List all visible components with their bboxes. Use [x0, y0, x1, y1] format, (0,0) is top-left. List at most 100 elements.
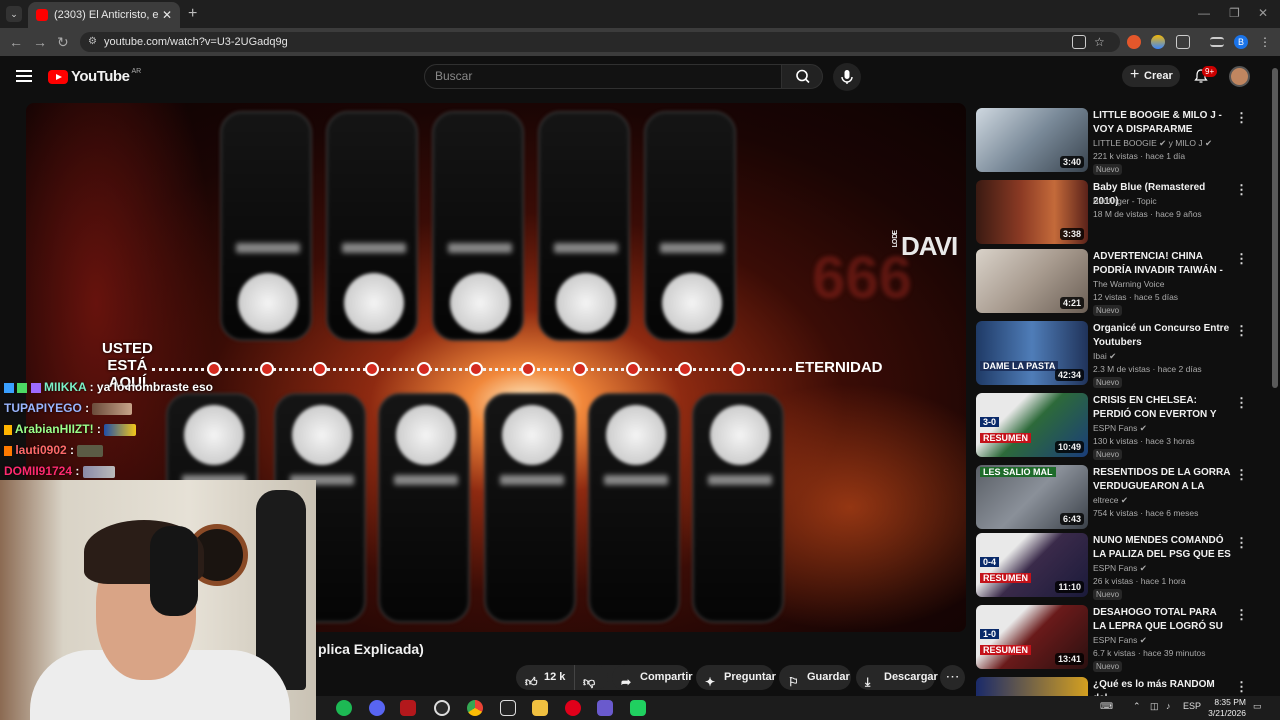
video-menu-icon[interactable]: ⋮: [1235, 323, 1248, 339]
chat-badge-icon: [17, 382, 28, 393]
extension-icon-2[interactable]: [1151, 35, 1165, 49]
bookmark-star-icon[interactable]: ☆: [1094, 35, 1108, 49]
notifications-icon[interactable]: ▭: [1253, 701, 1262, 712]
timeline-card: [220, 111, 312, 341]
video-menu-icon[interactable]: ⋮: [1235, 535, 1248, 551]
site-info-icon[interactable]: ⚙: [88, 32, 97, 52]
menu-hamburger-icon[interactable]: [16, 70, 32, 82]
create-button[interactable]: Crear: [1122, 64, 1180, 87]
chat-badge-icon: [30, 382, 41, 393]
install-app-icon[interactable]: [1072, 35, 1086, 49]
video-thumbnail[interactable]: 1-0 RESUMEN 13:41: [976, 605, 1088, 669]
obs-icon[interactable]: [434, 700, 450, 716]
minimize-icon[interactable]: —: [1198, 6, 1210, 20]
dislike-button[interactable]: 👎︎: [574, 665, 608, 690]
close-tab-icon[interactable]: ✕: [162, 8, 172, 22]
keyboard-icon[interactable]: ⌨: [1100, 701, 1113, 712]
channel-watermark: LO DEDAVI: [892, 231, 958, 261]
chat-badge-icon: [4, 382, 14, 393]
eternity-label: ETERNIDAD: [795, 359, 883, 376]
notification-count-badge: 9+: [1202, 66, 1218, 77]
video-thumbnail[interactable]: 3:38: [976, 180, 1088, 244]
timeline-dot: [626, 362, 640, 376]
timeline-dot: [678, 362, 692, 376]
video-thumbnail[interactable]: 4:21: [976, 249, 1088, 313]
page-scrollbar[interactable]: [1270, 56, 1280, 696]
video-thumbnail[interactable]: 3-0 RESUMEN 10:49: [976, 393, 1088, 457]
video-menu-icon[interactable]: ⋮: [1235, 251, 1248, 267]
youtube-favicon-icon: [36, 9, 48, 21]
browser-tab[interactable]: (2303) El Anticristo, en una línea ✕: [28, 2, 180, 28]
volume-icon[interactable]: ♪: [1166, 701, 1171, 711]
recommended-video[interactable]: 3-0 RESUMEN 10:49 CRISIS EN CHELSEA: PERDI…: [976, 393, 1266, 460]
capcut-icon[interactable]: [500, 700, 516, 716]
thumbs-up-icon: 👍︎: [525, 675, 538, 689]
system-clock[interactable]: 8:35 PM 3/21/2026: [1202, 697, 1246, 719]
voicemeeter-icon[interactable]: [400, 700, 416, 716]
recommended-video[interactable]: 4:21 ADVERTENCIA! CHINA PODRÍA INVADIR T…: [976, 249, 1266, 316]
video-menu-icon[interactable]: ⋮: [1235, 182, 1248, 198]
recommended-video[interactable]: ¿Qué es lo más RANDOM del ⋮: [976, 677, 1266, 696]
video-thumbnail[interactable]: 0-4 RESUMEN 11:10: [976, 533, 1088, 597]
file-explorer-icon[interactable]: [532, 700, 548, 716]
language-indicator[interactable]: ESP: [1183, 701, 1201, 711]
forward-icon[interactable]: →: [33, 34, 47, 50]
back-icon[interactable]: ←: [9, 34, 23, 50]
spotify-icon[interactable]: [336, 700, 352, 716]
video-thumbnail[interactable]: 3:40: [976, 108, 1088, 172]
video-menu-icon[interactable]: ⋮: [1235, 110, 1248, 126]
app-icon[interactable]: [597, 700, 613, 716]
search-icon: [796, 69, 810, 84]
profile-avatar[interactable]: B: [1234, 35, 1248, 49]
video-menu-icon[interactable]: ⋮: [1235, 395, 1248, 411]
tab-search-button[interactable]: ⌄: [6, 6, 22, 22]
recommended-video[interactable]: 0-4 RESUMEN 11:10 NUNO MENDES COMANDÓ LA P…: [976, 533, 1266, 600]
browser-menu-icon[interactable]: ⋮: [1259, 35, 1273, 49]
reading-list-icon[interactable]: [1210, 37, 1224, 47]
timeline-dot: [260, 362, 274, 376]
kick-icon[interactable]: [630, 700, 646, 716]
extension-icon[interactable]: [1127, 35, 1141, 49]
download-button[interactable]: ⤓ Descargar: [856, 665, 938, 690]
extensions-puzzle-icon[interactable]: [1176, 35, 1190, 49]
network-icon[interactable]: ◫: [1150, 701, 1159, 712]
new-tab-button[interactable]: +: [188, 5, 197, 23]
recommended-video[interactable]: LES SALIO MAL 6:43 RESENTIDOS DE LA GORRA…: [976, 465, 1266, 531]
save-button[interactable]: ⚐ Guardar: [779, 665, 851, 690]
opera-icon[interactable]: [565, 700, 581, 716]
chat-emote-image: [92, 402, 133, 415]
bookmark-icon: ⚐: [788, 675, 799, 689]
account-avatar[interactable]: [1229, 66, 1250, 87]
scrollbar-thumb[interactable]: [1272, 68, 1278, 388]
timeline-dot: [731, 362, 745, 376]
share-button[interactable]: ➦ Compartir: [612, 665, 693, 690]
reload-icon[interactable]: ↻: [57, 34, 69, 51]
video-menu-icon[interactable]: ⋮: [1235, 467, 1248, 483]
more-actions-button[interactable]: ⋯: [940, 665, 965, 690]
timeline-card: [644, 111, 736, 341]
video-thumbnail[interactable]: [976, 677, 1088, 696]
video-menu-icon[interactable]: ⋮: [1235, 679, 1248, 695]
video-thumbnail[interactable]: LES SALIO MAL 6:43: [976, 465, 1088, 529]
recommended-video[interactable]: DAME LA PASTA 42:34 Organicé un Concurso …: [976, 321, 1266, 388]
chrome-icon[interactable]: [467, 700, 483, 716]
tray-chevron-icon[interactable]: ⌃: [1133, 701, 1141, 712]
maximize-icon[interactable]: ❐: [1229, 6, 1240, 20]
close-window-icon[interactable]: ✕: [1258, 6, 1268, 20]
video-menu-icon[interactable]: ⋮: [1235, 607, 1248, 623]
voice-search-button[interactable]: [833, 63, 861, 91]
address-bar[interactable]: ⚙ youtube.com/watch?v=U3-2UGadq9g: [80, 32, 1120, 52]
youtube-logo[interactable]: YouTube AR: [48, 68, 141, 85]
discord-icon[interactable]: [369, 700, 385, 716]
search-input[interactable]: Buscar: [424, 64, 782, 89]
timeline-dot: [207, 362, 221, 376]
recommended-video[interactable]: 1-0 RESUMEN 13:41 DESAHOGO TOTAL PARA LA L…: [976, 605, 1266, 672]
ask-button[interactable]: ✦ Preguntar: [696, 665, 776, 690]
chat-emote-image: [82, 465, 115, 478]
recommended-video[interactable]: 3:40 LITTLE BOOGIE & MILO J - VOY A DISP…: [976, 108, 1266, 175]
recommended-video[interactable]: 3:38 Baby Blue (Remastered 2010) Badfing…: [976, 180, 1266, 246]
chat-badge-icon: [4, 445, 12, 456]
chat-emote-image: [104, 423, 137, 436]
video-thumbnail[interactable]: DAME LA PASTA 42:34: [976, 321, 1088, 385]
search-button[interactable]: [781, 64, 823, 89]
